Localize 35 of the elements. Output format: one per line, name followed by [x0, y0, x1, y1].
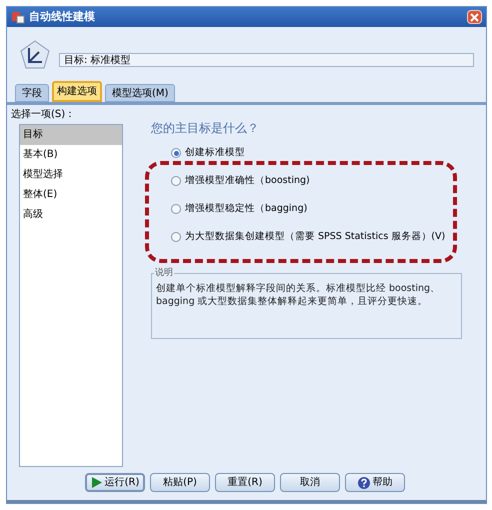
dialog-button[interactable]: 取消	[280, 473, 340, 492]
list-item[interactable]: 整体(E)	[20, 185, 122, 205]
help-icon	[358, 476, 370, 488]
tab[interactable]: 字段	[15, 84, 49, 102]
list-label: 选择一项(S)：	[11, 108, 76, 122]
list-item[interactable]: 基本(B)	[20, 145, 122, 165]
radio-button[interactable]	[171, 204, 181, 214]
dialog-button[interactable]: 粘贴(P)	[150, 473, 210, 492]
option-label: 创建标准模型	[185, 146, 245, 160]
radio-button[interactable]	[171, 232, 181, 242]
close-button[interactable]	[467, 10, 482, 24]
radio-option[interactable]: 创建标准模型	[171, 145, 462, 161]
play-icon	[90, 477, 102, 488]
target-field[interactable]: 目标: 标准模型	[59, 53, 474, 67]
option-label: 为大型数据集创建模型（需要 SPSS Statistics 服务器）(V)	[185, 230, 446, 244]
radio-button[interactable]	[171, 148, 181, 158]
window-title: 自动线性建模	[29, 8, 95, 25]
tab[interactable]: 构建选项	[52, 81, 102, 102]
description-text: 创建单个标准模型解释字段间的关系。标准模型比经 boosting、bagging 或大型数据集整体解释起来更简单，且评分更快速。	[156, 282, 442, 308]
list-item[interactable]: 目标	[20, 125, 122, 145]
dialog-button[interactable]: 重置(R)	[215, 473, 275, 492]
radio-option[interactable]: 增强模型稳定性（bagging)	[171, 201, 462, 217]
radio-button[interactable]	[171, 176, 181, 186]
list-item[interactable]: 高级	[20, 205, 122, 225]
dialog-button[interactable]: 运行(R)	[85, 473, 145, 492]
list-item[interactable]: 模型选择	[20, 165, 122, 185]
app-icon	[11, 10, 25, 24]
tab[interactable]: 模型选项(M)	[105, 84, 176, 102]
option-label: 增强模型稳定性（bagging)	[185, 202, 308, 216]
dialog-button[interactable]: 帮助	[345, 473, 405, 492]
line-chart-icon	[19, 39, 51, 71]
radio-option[interactable]: 增强模型准确性（boosting)	[171, 173, 462, 189]
option-label: 增强模型准确性（boosting)	[185, 174, 310, 188]
radio-option[interactable]: 为大型数据集创建模型（需要 SPSS Statistics 服务器）(V)	[171, 229, 462, 245]
question-text: 您的主目标是什么？	[151, 120, 260, 137]
